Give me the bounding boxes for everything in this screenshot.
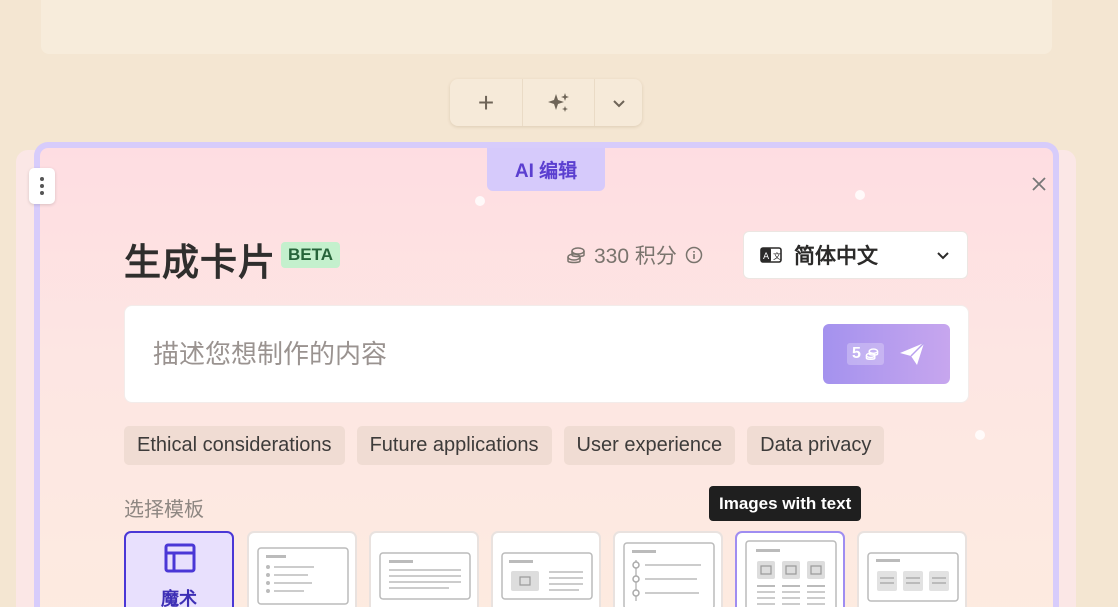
close-icon (1032, 177, 1046, 191)
decor-dot (975, 430, 985, 440)
dot-icon (40, 191, 44, 195)
ai-edit-tab[interactable]: AI 编辑 (487, 148, 605, 191)
suggestion-chip[interactable]: User experience (563, 426, 736, 465)
layout-icon (164, 543, 196, 573)
suggestion-chip[interactable]: Data privacy (747, 426, 885, 465)
insert-toolbar: + (450, 79, 642, 126)
credits-label: 330 积分 (594, 245, 677, 268)
suggestion-chip[interactable]: Ethical considerations (124, 426, 345, 465)
dot-icon (40, 177, 44, 181)
card-menu-handle[interactable] (29, 168, 55, 204)
magic-template-label: 魔术 (161, 589, 197, 607)
add-card-button[interactable]: + (450, 79, 522, 126)
svg-text:A: A (763, 252, 770, 262)
ai-generate-button[interactable] (522, 79, 594, 126)
coins-icon (865, 348, 879, 360)
chevron-down-icon (612, 99, 625, 107)
send-icon (899, 342, 925, 365)
language-select[interactable]: A 文 简体中文 (743, 231, 968, 279)
dot-icon (40, 184, 44, 188)
bullet-list-icon (257, 547, 349, 605)
template-timeline[interactable] (613, 531, 723, 607)
image-text-icon (501, 552, 593, 600)
template-columns[interactable] (857, 531, 967, 607)
beta-badge: BETA (281, 242, 341, 268)
prompt-input[interactable] (153, 336, 793, 372)
template-magic[interactable]: 魔术 (124, 531, 234, 607)
templates-label: 选择模板 (124, 499, 204, 521)
page-title: 生成卡片 (124, 242, 276, 283)
close-button[interactable] (1027, 172, 1051, 196)
suggestion-chip[interactable]: Future applications (356, 426, 552, 465)
decor-dot (475, 196, 485, 206)
template-images-with-text[interactable] (735, 531, 845, 607)
template-bullets[interactable] (247, 531, 357, 607)
cost-value: 5 (852, 345, 861, 362)
ai-edit-tab-label: AI 编辑 (514, 161, 578, 182)
plus-icon: + (477, 86, 495, 118)
images-grid-icon (745, 540, 837, 607)
send-button[interactable]: 5 (823, 324, 950, 384)
template-image-text[interactable] (491, 531, 601, 607)
credits-indicator: 330 积分 (566, 242, 703, 268)
template-tooltip: Images with text (709, 486, 862, 521)
template-text[interactable] (369, 531, 479, 607)
language-label: 简体中文 (794, 245, 878, 268)
columns-icon (867, 552, 959, 602)
coins-icon (567, 247, 585, 264)
more-options-button[interactable] (594, 79, 642, 126)
text-layout-icon (379, 552, 471, 600)
info-icon[interactable] (685, 246, 703, 264)
sparkles-icon (547, 92, 569, 112)
prompt-box: 5 (124, 305, 969, 403)
chevron-down-icon (937, 252, 949, 260)
cost-chip: 5 (847, 343, 884, 365)
decor-dot (855, 190, 865, 200)
svg-text:文: 文 (773, 251, 781, 261)
previous-card (41, 0, 1052, 54)
translate-icon: A 文 (760, 247, 782, 263)
suggestion-chips: Ethical considerations Future applicatio… (124, 426, 885, 465)
timeline-icon (623, 542, 715, 607)
